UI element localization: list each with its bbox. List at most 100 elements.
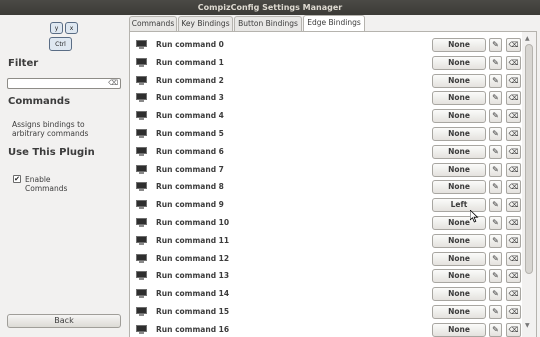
mouse-cursor-icon: [470, 210, 479, 223]
monitor-icon: [136, 289, 147, 299]
filter-field[interactable]: ⌫: [7, 78, 121, 89]
binding-row: Run command 13 None ✎ ⌫: [130, 267, 522, 285]
pencil-icon[interactable]: ✎: [489, 233, 502, 248]
monitor-icon: [136, 40, 147, 49]
monitor-icon: [136, 129, 147, 138]
scroll-up-icon[interactable]: ▲: [525, 35, 530, 42]
command-name: Run command 2: [156, 75, 224, 85]
clear-icon[interactable]: ⌫: [506, 162, 521, 177]
key-ctrl-icon: Ctrl: [49, 37, 72, 51]
use-plugin-heading: Use This Plugin: [8, 147, 95, 158]
pencil-icon[interactable]: ✎: [489, 91, 502, 106]
binding-row: Run command 14 None ✎ ⌫: [130, 285, 522, 303]
edge-value-button[interactable]: None: [432, 287, 486, 302]
binding-row: Run command 3 None ✎ ⌫: [130, 89, 522, 107]
clear-icon[interactable]: ⌫: [506, 269, 521, 284]
plugin-description: Assigns bindings to arbitrary commands: [12, 120, 89, 138]
command-name: Run command 10: [156, 218, 230, 227]
edge-value-button[interactable]: None: [432, 91, 486, 106]
pencil-icon[interactable]: ✎: [489, 144, 502, 159]
command-name: Run command 8: [156, 182, 224, 192]
binding-row: Run command 9 Left ✎ ⌫: [130, 196, 522, 214]
command-name: Run command 14: [156, 289, 230, 299]
command-name: Run command 0: [156, 40, 224, 49]
edge-value-button[interactable]: None: [432, 233, 486, 248]
monitor-icon: [136, 75, 147, 85]
enable-label: Enable Commands: [25, 175, 68, 193]
clear-icon[interactable]: ⌫: [506, 180, 521, 195]
pencil-icon[interactable]: ✎: [489, 180, 502, 195]
edge-value-button[interactable]: None: [432, 144, 486, 159]
clear-icon[interactable]: ⌫: [506, 73, 521, 88]
pencil-icon[interactable]: ✎: [489, 73, 502, 88]
edge-value-button[interactable]: None: [432, 305, 486, 319]
pencil-icon[interactable]: ✎: [489, 162, 502, 177]
clear-icon[interactable]: ⌫: [506, 287, 521, 302]
monitor-icon: [136, 200, 147, 210]
clear-icon[interactable]: ⌫: [506, 305, 521, 319]
binding-row: Run command 4 None ✎ ⌫: [130, 107, 522, 125]
clear-icon[interactable]: ⌫: [506, 127, 521, 141]
clear-icon[interactable]: ⌫: [506, 198, 521, 213]
edge-value-button[interactable]: None: [432, 55, 486, 70]
pencil-icon[interactable]: ✎: [489, 216, 502, 230]
monitor-icon: [136, 182, 147, 192]
clear-icon[interactable]: ⌫: [506, 322, 521, 337]
tab-key-bindings[interactable]: Key Bindings: [178, 16, 233, 31]
tab-button-bindings[interactable]: Button Bindings: [234, 16, 302, 31]
clear-icon[interactable]: ⌫: [506, 55, 521, 70]
clear-icon[interactable]: ⌫: [506, 91, 521, 106]
scrollbar-thumb[interactable]: [525, 44, 533, 274]
pencil-icon[interactable]: ✎: [489, 269, 502, 284]
back-button[interactable]: Back: [7, 314, 121, 328]
binding-row: Run command 6 None ✎ ⌫: [130, 143, 522, 161]
clear-icon[interactable]: ⌫: [506, 216, 521, 230]
edge-value-button[interactable]: None: [432, 127, 486, 141]
clear-icon[interactable]: ⌫: [506, 251, 521, 266]
pencil-icon[interactable]: ✎: [489, 251, 502, 266]
edge-value-button[interactable]: None: [432, 251, 486, 266]
pencil-icon[interactable]: ✎: [489, 287, 502, 302]
monitor-icon: [136, 307, 147, 316]
pencil-icon[interactable]: ✎: [489, 38, 502, 52]
binding-row: Run command 2 None ✎ ⌫: [130, 72, 522, 90]
edge-value-button[interactable]: None: [432, 162, 486, 177]
command-name: Run command 11: [156, 235, 230, 245]
edge-bindings-panel: Run command 0 None ✎ ⌫ Run command 1 None ✎ ⌫ Ru…: [129, 31, 537, 337]
key-y-icon: y: [50, 22, 63, 34]
edge-value-button[interactable]: None: [432, 73, 486, 88]
pencil-icon[interactable]: ✎: [489, 109, 502, 124]
pencil-icon[interactable]: ✎: [489, 198, 502, 213]
clear-icon[interactable]: ⌫: [506, 233, 521, 248]
filter-input[interactable]: [8, 80, 108, 89]
edge-value-button[interactable]: None: [432, 180, 486, 195]
edge-value-button[interactable]: None: [432, 322, 486, 337]
pencil-icon[interactable]: ✎: [489, 322, 502, 337]
scrollbar[interactable]: ▲ ▼: [522, 32, 536, 337]
filter-clear-icon[interactable]: ⌫: [108, 79, 118, 88]
command-name: Run command 1: [156, 57, 224, 67]
edge-value-button[interactable]: None: [432, 109, 486, 124]
pencil-icon[interactable]: ✎: [489, 55, 502, 70]
clear-icon[interactable]: ⌫: [506, 109, 521, 124]
pencil-icon[interactable]: ✎: [489, 305, 502, 319]
binding-list: Run command 0 None ✎ ⌫ Run command 1 None ✎ ⌫ Ru…: [130, 32, 522, 337]
edge-value-button[interactable]: None: [432, 269, 486, 284]
tab-edge-bindings[interactable]: Edge Bindings: [303, 15, 365, 31]
scroll-down-icon[interactable]: ▼: [525, 322, 530, 329]
enable-checkbox[interactable]: ✔: [13, 175, 21, 183]
clear-icon[interactable]: ⌫: [506, 144, 521, 159]
plugin-logo-icon: y x Ctrl: [46, 19, 82, 55]
binding-row: Run command 0 None ✎ ⌫: [130, 36, 522, 54]
binding-row: Run command 1 None ✎ ⌫: [130, 54, 522, 72]
monitor-icon: [136, 235, 147, 245]
monitor-icon: [136, 218, 147, 227]
edge-value-button[interactable]: None: [432, 38, 486, 52]
command-name: Run command 4: [156, 111, 224, 121]
command-name: Run command 16: [156, 324, 230, 334]
tab-commands[interactable]: Commands: [129, 16, 177, 31]
monitor-icon: [136, 146, 147, 156]
pencil-icon[interactable]: ✎: [489, 127, 502, 141]
clear-icon[interactable]: ⌫: [506, 38, 521, 52]
binding-row: Run command 5 None ✎ ⌫: [130, 125, 522, 143]
